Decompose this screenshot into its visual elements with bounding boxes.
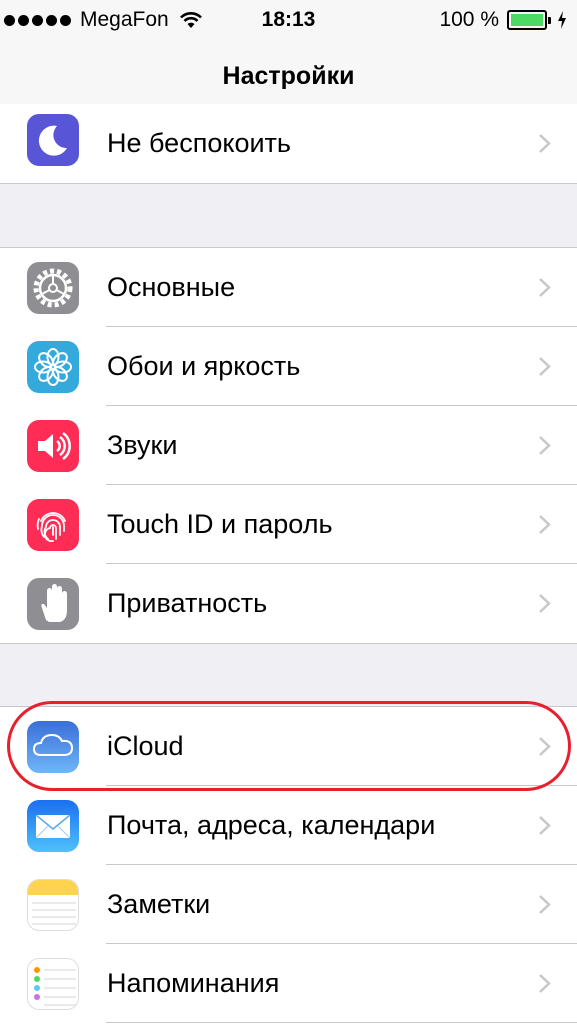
chevron-right-icon — [539, 974, 551, 993]
settings-row-general[interactable]: Основные — [0, 248, 577, 327]
status-bar: MegaFon 18:13 100 % — [0, 0, 577, 40]
battery-fill — [511, 14, 543, 26]
settings-row-label: Обои и яркость — [107, 351, 301, 381]
chevron-right-icon — [539, 515, 551, 534]
settings-group-accounts: iCloud Почта, адреса, календари Заметки … — [0, 706, 577, 1025]
chevron-right-icon — [539, 134, 551, 153]
settings-row-notes[interactable]: Заметки — [0, 865, 577, 944]
settings-row-label: iCloud — [107, 731, 184, 761]
charging-bolt-icon — [558, 11, 566, 29]
row-separator — [106, 1022, 577, 1023]
chevron-right-icon — [539, 737, 551, 756]
settings-row-touch-id[interactable]: Touch ID и пароль — [0, 485, 577, 564]
chevron-right-icon — [539, 895, 551, 914]
settings-row-do-not-disturb[interactable]: Не беспокоить — [0, 104, 577, 183]
chevron-right-icon — [539, 278, 551, 297]
cloud-icon — [27, 721, 79, 773]
chevron-right-icon — [539, 357, 551, 376]
battery-cap — [548, 16, 551, 24]
settings-row-label: Основные — [107, 272, 236, 302]
reminders-icon — [27, 958, 79, 1010]
battery-icon — [507, 10, 547, 30]
settings-group-general: Основные Обои и яркость Звуки Touch ID и… — [0, 247, 577, 644]
fingerprint-icon — [27, 499, 79, 551]
settings-row-label: Заметки — [107, 889, 211, 919]
settings-row-mail[interactable]: Почта, адреса, календари — [0, 786, 577, 865]
settings-row-label: Напоминания — [107, 968, 280, 998]
settings-group-focus: Не беспокоить — [0, 104, 577, 184]
chevron-right-icon — [539, 436, 551, 455]
mail-icon — [27, 800, 79, 852]
settings-row-reminders[interactable]: Напоминания — [0, 944, 577, 1023]
hand-icon — [27, 578, 79, 630]
settings-row-label: Почта, адреса, календари — [107, 810, 436, 840]
chevron-right-icon — [539, 594, 551, 613]
settings-row-sounds[interactable]: Звуки — [0, 406, 577, 485]
notes-icon — [27, 879, 79, 931]
speaker-icon — [27, 420, 79, 472]
battery-percent: 100 % — [439, 8, 499, 31]
settings-row-wallpaper[interactable]: Обои и яркость — [0, 327, 577, 406]
settings-row-label: Touch ID и пароль — [107, 509, 333, 539]
navigation-bar: Настройки — [0, 40, 577, 114]
chevron-right-icon — [539, 816, 551, 835]
settings-row-label: Не беспокоить — [107, 128, 291, 158]
settings-row-label: Приватность — [107, 588, 268, 618]
moon-icon — [27, 114, 79, 166]
settings-row-label: Звуки — [107, 430, 178, 460]
gear-icon — [27, 262, 79, 314]
flower-icon — [27, 341, 79, 393]
page-title: Настройки — [222, 62, 355, 90]
settings-row-icloud[interactable]: iCloud — [0, 707, 577, 786]
settings-row-privacy[interactable]: Приватность — [0, 564, 577, 643]
